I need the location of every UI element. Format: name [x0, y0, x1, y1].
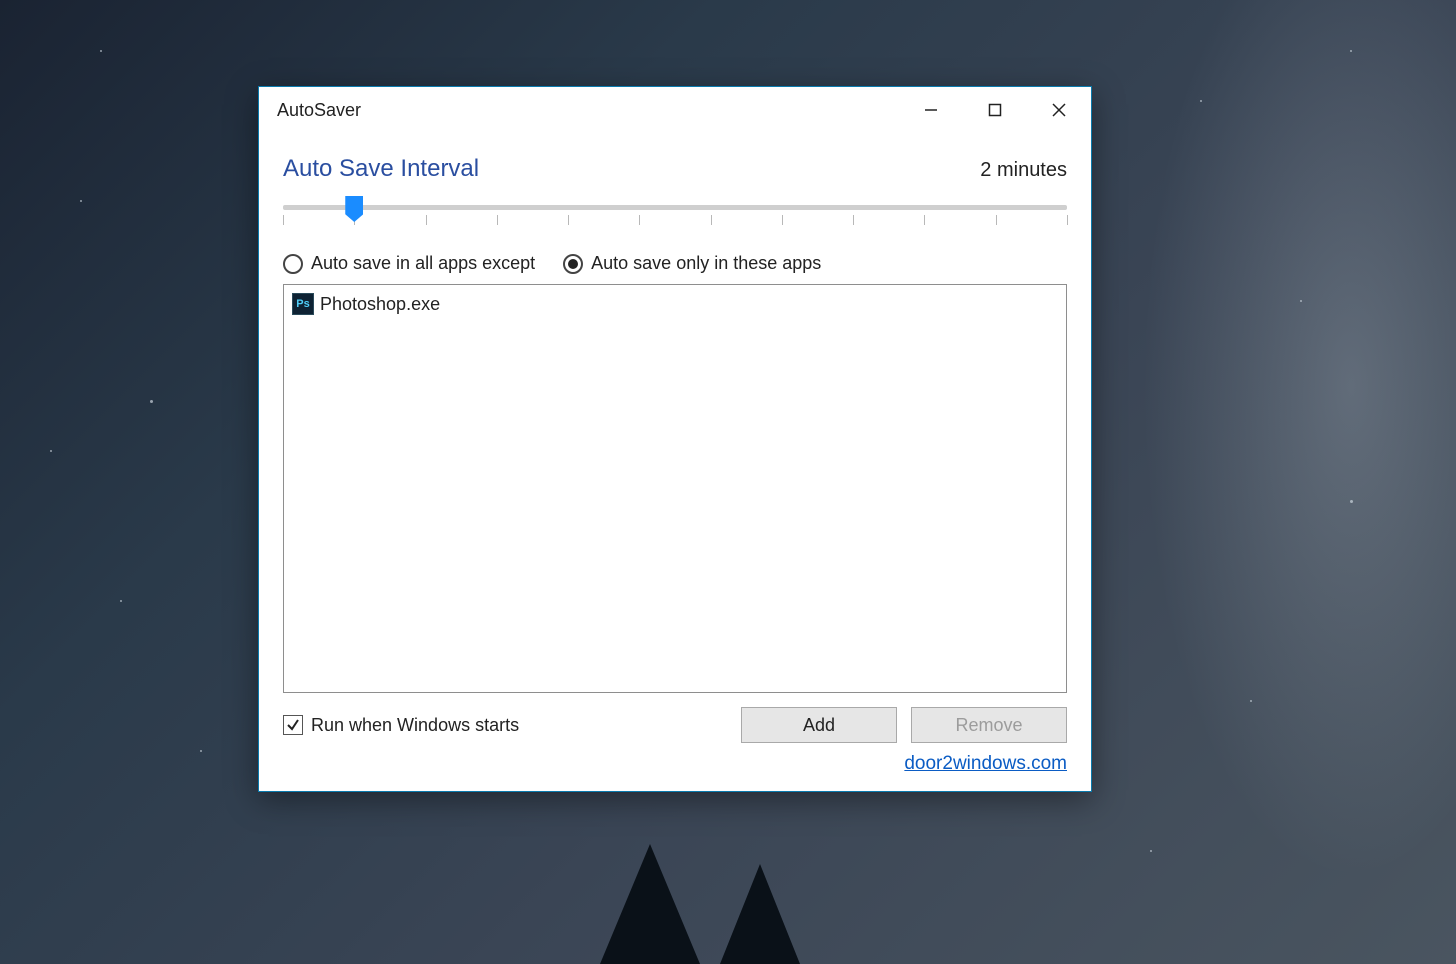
- website-link[interactable]: door2windows.com: [904, 753, 1067, 775]
- slider-tick: [497, 215, 498, 225]
- remove-button-label: Remove: [955, 715, 1022, 736]
- radio-only[interactable]: Auto save only in these apps: [563, 253, 821, 274]
- slider-tick: [426, 215, 427, 225]
- close-button[interactable]: [1027, 87, 1091, 133]
- remove-button[interactable]: Remove: [911, 707, 1067, 743]
- checkbox-icon: [283, 715, 303, 735]
- list-item-label: Photoshop.exe: [320, 294, 440, 315]
- maximize-icon: [988, 103, 1002, 117]
- slider-track: [283, 205, 1067, 210]
- minimize-icon: [924, 103, 938, 117]
- list-item[interactable]: Ps Photoshop.exe: [290, 291, 1060, 317]
- titlebar[interactable]: AutoSaver: [259, 87, 1091, 133]
- slider-tick: [996, 215, 997, 225]
- add-button-label: Add: [803, 715, 835, 736]
- slider-tick: [283, 215, 284, 225]
- interval-value-label: 2 minutes: [980, 159, 1067, 182]
- minimize-button[interactable]: [899, 87, 963, 133]
- radio-only-label: Auto save only in these apps: [591, 253, 821, 274]
- radio-icon: [563, 254, 583, 274]
- startup-checkbox[interactable]: Run when Windows starts: [283, 715, 519, 736]
- window-title: AutoSaver: [277, 100, 361, 121]
- interval-slider[interactable]: [283, 195, 1067, 239]
- app-icon: Ps: [292, 293, 314, 315]
- close-icon: [1051, 102, 1067, 118]
- slider-tick: [853, 215, 854, 225]
- radio-icon: [283, 254, 303, 274]
- radio-except[interactable]: Auto save in all apps except: [283, 253, 535, 274]
- slider-tick: [782, 215, 783, 225]
- app-window: AutoSaver Auto Save Interval 2 minutes A…: [258, 86, 1092, 792]
- interval-heading: Auto Save Interval: [283, 155, 479, 183]
- slider-tick: [568, 215, 569, 225]
- slider-tick: [924, 215, 925, 225]
- app-listbox[interactable]: Ps Photoshop.exe: [283, 284, 1067, 693]
- radio-except-label: Auto save in all apps except: [311, 253, 535, 274]
- slider-tick: [639, 215, 640, 225]
- maximize-button[interactable]: [963, 87, 1027, 133]
- slider-tick: [711, 215, 712, 225]
- slider-tick: [1067, 215, 1068, 225]
- add-button[interactable]: Add: [741, 707, 897, 743]
- startup-label: Run when Windows starts: [311, 715, 519, 736]
